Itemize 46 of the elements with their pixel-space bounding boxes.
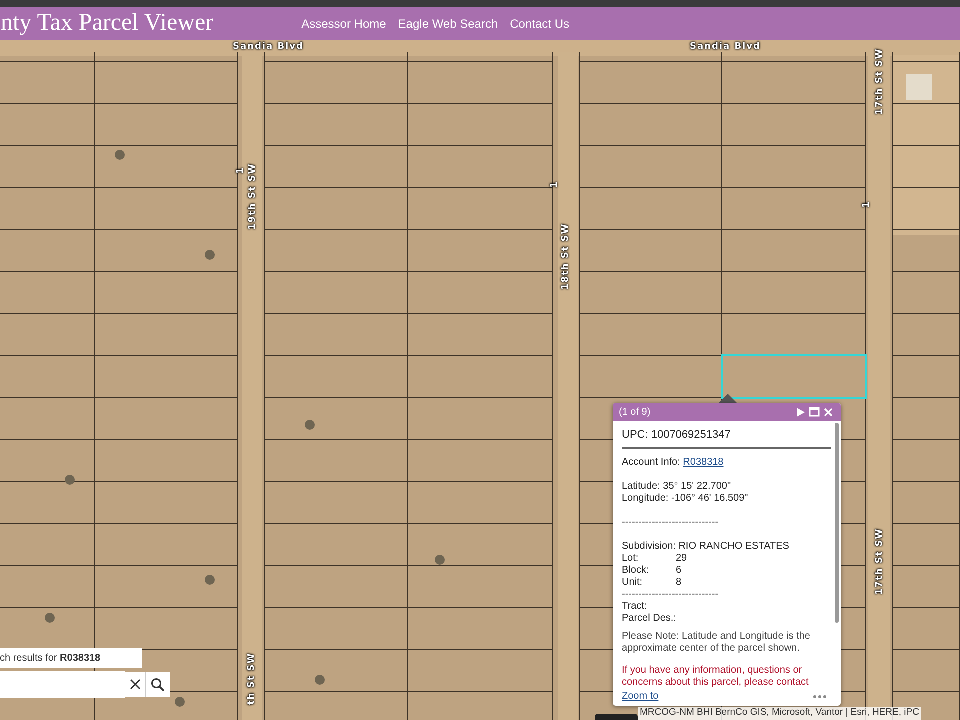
more-options-icon[interactable] [813,694,827,698]
nav-link[interactable]: Eagle Web Search [398,16,498,30]
nav-link[interactable]: Assessor Home [302,16,386,30]
search-icon [151,678,165,692]
tract-label: Tract: [622,601,648,613]
note-text: Please Note: Latitude and Longitude is the approximate center of the parcel shown. [622,631,812,655]
warning-text: If you have any information, questions or concerns about this parcel, please contact [622,665,810,689]
field-value: 6 [676,565,683,577]
field-label: Lot: [622,553,640,565]
account-label: Account Info: [622,457,680,468]
maximize-button[interactable] [807,407,822,417]
search-field[interactable] [0,672,145,697]
popup-title: (1 of 9) [619,406,652,418]
app-title: nty Tax Parcel Viewer [1,10,214,37]
longitude-text: Longitude: -106° 46' 16.509" [622,493,750,505]
scroll-bar[interactable] [835,423,839,623]
street-label: Sandia Blvd [233,43,304,52]
field-label: Block: [622,565,650,577]
parcel-des-label: Parcel Des.: [622,613,678,625]
account-link[interactable]: R038318 [683,457,724,468]
close-button[interactable] [822,408,835,416]
nav-link[interactable]: Contact Us [510,16,570,30]
field-value: 29 [676,553,688,565]
street-label: Sandia Blvd [690,43,761,52]
road-number-label: 1 [551,180,560,188]
next-button[interactable] [795,408,807,416]
field-label: Unit: [622,577,644,589]
street-label: 17th St SW [876,528,885,595]
road-number-label: 1 [863,200,872,208]
close-icon [130,679,140,690]
subdivision-text: Subdivision: RIO RANCHO ESTATES [622,541,790,553]
street-label: th St SW [248,652,257,705]
zoom-to-link[interactable]: Zoom to [622,691,659,702]
street-label: 19th St SW [249,163,258,230]
separator-text: ----------------------------- [622,517,720,529]
latitude-text: Latitude: 35° 15' 22.700" [622,481,732,493]
street-label: 17th St SW [876,48,885,115]
popup-pointer-icon [719,394,737,403]
search-results-text: ch results for R038318 [0,648,142,668]
separator-text: ----------------------------- [622,589,720,601]
upc-text: UPC: 1007069251347 [622,429,831,449]
road-number-label: 1 [237,166,246,174]
field-value: 8 [676,577,683,589]
search-button[interactable] [145,672,170,697]
street-label: 18th St SW [562,223,571,290]
map-attribution: MRCOG-NM BHI BernCo GIS, Microsoft, Vantor | Esri, HERE, iPC [638,707,922,720]
